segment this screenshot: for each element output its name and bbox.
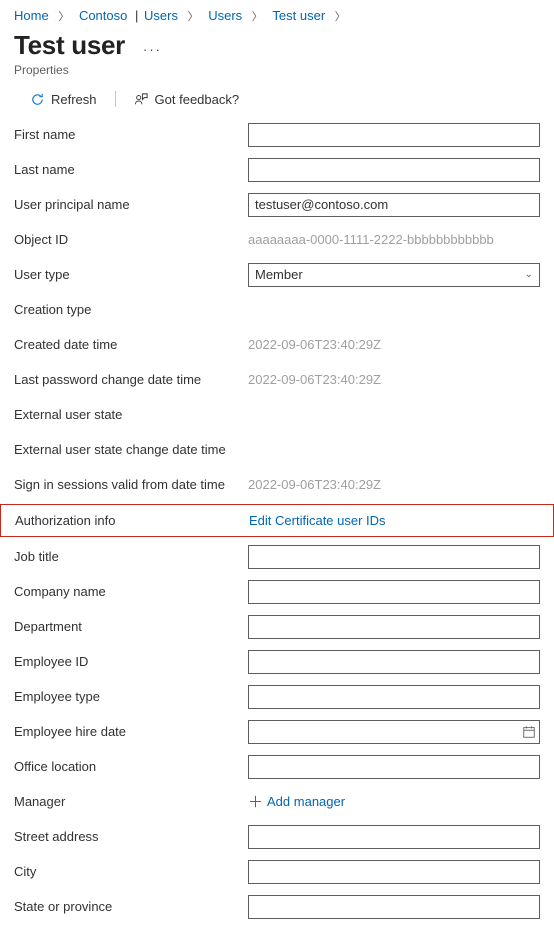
label-office: Office location (14, 753, 248, 780)
first-name-field[interactable] (248, 123, 540, 147)
label-job-title: Job title (14, 543, 248, 570)
label-signin-valid: Sign in sessions valid from date time (14, 471, 248, 498)
page-subtitle: Properties (0, 63, 554, 77)
label-emp-type: Employee type (14, 683, 248, 710)
breadcrumb-users-1[interactable]: Users (144, 8, 178, 23)
label-emp-hire: Employee hire date (14, 718, 248, 745)
row-state: State or province (14, 889, 540, 924)
breadcrumb-home[interactable]: Home (14, 8, 49, 23)
add-manager-label: Add manager (267, 794, 345, 809)
row-last-pwd: Last password change date time 2022-09-0… (14, 362, 540, 397)
label-user-type: User type (14, 261, 248, 288)
more-actions-button[interactable]: ··· (143, 42, 162, 57)
label-city: City (14, 858, 248, 885)
emp-type-field[interactable] (248, 685, 540, 709)
row-ext-state: External user state (14, 397, 540, 432)
label-street: Street address (14, 823, 248, 850)
properties-form: First name Last name User principal name… (0, 117, 554, 944)
object-id-value: aaaaaaaa-0000-1111-2222-bbbbbbbbbbbb (248, 230, 540, 249)
row-last-name: Last name (14, 152, 540, 187)
refresh-label: Refresh (51, 92, 97, 107)
row-office: Office location (14, 749, 540, 784)
refresh-button[interactable]: Refresh (30, 92, 97, 107)
emp-hire-field[interactable] (248, 720, 540, 744)
row-department: Department (14, 609, 540, 644)
upn-field[interactable] (248, 193, 540, 217)
person-feedback-icon (134, 92, 149, 107)
office-field[interactable] (248, 755, 540, 779)
toolbar-divider (115, 91, 116, 107)
last-name-field[interactable] (248, 158, 540, 182)
toolbar: Refresh Got feedback? (0, 77, 554, 117)
state-field[interactable] (248, 895, 540, 919)
label-creation-type: Creation type (14, 296, 248, 323)
created-value: 2022-09-06T23:40:29Z (248, 335, 540, 354)
street-field[interactable] (248, 825, 540, 849)
refresh-icon (30, 92, 45, 107)
city-field[interactable] (248, 860, 540, 884)
feedback-label: Got feedback? (155, 92, 240, 107)
user-type-value: Member (255, 267, 303, 282)
chevron-down-icon: ⌄ (525, 269, 533, 280)
department-field[interactable] (248, 615, 540, 639)
row-company: Company name (14, 574, 540, 609)
company-field[interactable] (248, 580, 540, 604)
signin-valid-value: 2022-09-06T23:40:29Z (248, 475, 540, 494)
label-state: State or province (14, 893, 248, 920)
row-creation-type: Creation type (14, 292, 540, 327)
row-job-title: Job title (14, 539, 540, 574)
last-pwd-value: 2022-09-06T23:40:29Z (248, 370, 540, 389)
breadcrumb: Home 〉 Contoso | Users 〉 Users 〉 Test us… (0, 0, 554, 30)
label-object-id: Object ID (14, 226, 248, 253)
row-ext-state-change: External user state change date time (14, 432, 540, 467)
label-auth-info: Authorization info (15, 507, 249, 534)
plus-icon: ＋ (248, 791, 263, 812)
row-upn: User principal name (14, 187, 540, 222)
separator-icon: | (135, 8, 138, 23)
row-signin-valid: Sign in sessions valid from date time 20… (14, 467, 540, 502)
job-title-field[interactable] (248, 545, 540, 569)
row-city: City (14, 854, 540, 889)
emp-id-field[interactable] (248, 650, 540, 674)
label-upn: User principal name (14, 191, 248, 218)
row-street: Street address (14, 819, 540, 854)
feedback-button[interactable]: Got feedback? (134, 92, 240, 107)
label-last-name: Last name (14, 156, 248, 183)
label-manager: Manager (14, 788, 248, 815)
user-type-select[interactable]: Member ⌄ (248, 263, 540, 287)
row-object-id: Object ID aaaaaaaa-0000-1111-2222-bbbbbb… (14, 222, 540, 257)
label-emp-id: Employee ID (14, 648, 248, 675)
breadcrumb-users-2[interactable]: Users (208, 8, 242, 23)
chevron-right-icon: 〉 (188, 11, 199, 23)
row-manager: Manager ＋ Add manager (14, 784, 540, 819)
row-auth-info: Authorization info Edit Certificate user… (0, 504, 554, 537)
row-emp-id: Employee ID (14, 644, 540, 679)
label-company: Company name (14, 578, 248, 605)
row-created: Created date time 2022-09-06T23:40:29Z (14, 327, 540, 362)
edit-certificate-user-ids-link[interactable]: Edit Certificate user IDs (249, 513, 386, 528)
label-ext-state: External user state (14, 401, 248, 428)
chevron-right-icon: 〉 (58, 11, 69, 23)
row-emp-hire: Employee hire date (14, 714, 540, 749)
row-first-name: First name (14, 117, 540, 152)
breadcrumb-user[interactable]: Test user (272, 8, 325, 23)
breadcrumb-org[interactable]: Contoso (79, 8, 127, 23)
label-department: Department (14, 613, 248, 640)
label-ext-state-change: External user state change date time (14, 436, 248, 463)
chevron-right-icon: 〉 (335, 11, 346, 23)
chevron-right-icon: 〉 (252, 11, 263, 23)
row-emp-type: Employee type (14, 679, 540, 714)
add-manager-link[interactable]: ＋ Add manager (248, 791, 540, 812)
page-title: Test user (14, 30, 125, 61)
label-created: Created date time (14, 331, 248, 358)
row-user-type: User type Member ⌄ (14, 257, 540, 292)
label-first-name: First name (14, 121, 248, 148)
label-last-pwd: Last password change date time (14, 366, 248, 393)
